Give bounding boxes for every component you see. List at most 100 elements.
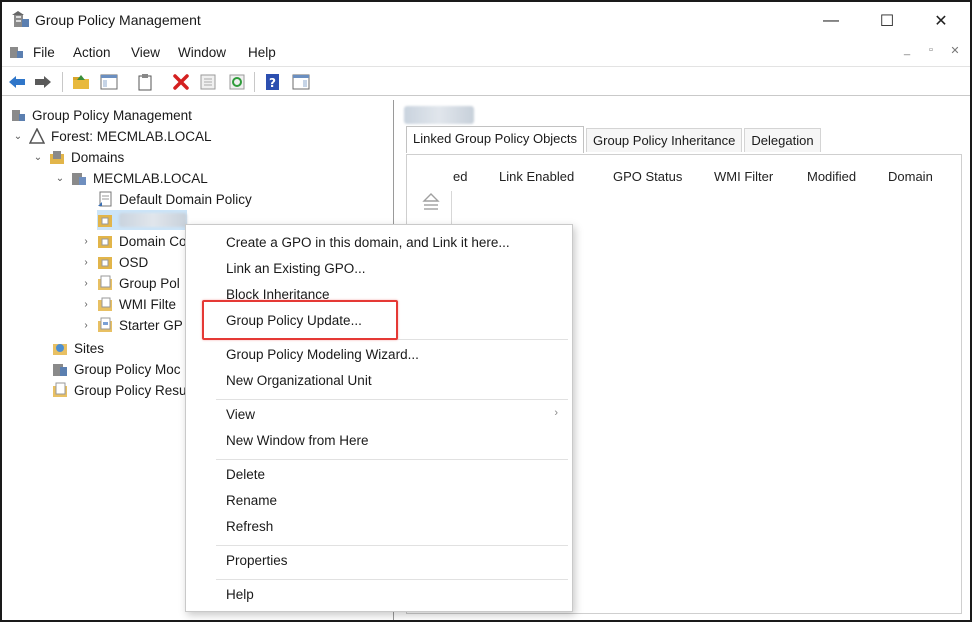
redacted-ou-name: [119, 213, 187, 227]
tab-delegation[interactable]: Delegation: [744, 128, 821, 152]
tree-node-domain-controllers[interactable]: › Domain Co: [80, 231, 186, 251]
tree-node-gp-results[interactable]: Group Policy Resu: [52, 380, 187, 400]
mmc-console-icon[interactable]: [8, 44, 24, 60]
menu-action[interactable]: Action: [73, 45, 111, 60]
menu-item-gp-modeling-wizard[interactable]: Group Policy Modeling Wizard...: [226, 347, 419, 362]
tree-node-label: Sites: [74, 340, 105, 356]
tree-node-gpm-root[interactable]: Group Policy Management: [10, 105, 192, 125]
tree-node-default-domain-policy[interactable]: Default Domain Policy: [97, 189, 252, 209]
context-menu: Create a GPO in this domain, and Link it…: [185, 224, 573, 612]
menu-item-create-gpo-link[interactable]: Create a GPO in this domain, and Link it…: [226, 235, 510, 250]
up-folder-icon[interactable]: [72, 73, 90, 91]
menu-item-refresh[interactable]: Refresh: [226, 519, 273, 534]
tree-node-label: Group Policy Resu: [74, 382, 187, 398]
delete-icon[interactable]: [172, 73, 190, 91]
mdi-restore-button[interactable]: ▫: [924, 44, 938, 57]
gpm-app-icon: [12, 11, 30, 29]
minimize-icon: —: [823, 12, 839, 29]
back-arrow-icon[interactable]: [8, 73, 26, 91]
window-title: Group Policy Management: [35, 12, 201, 28]
menu-item-view[interactable]: View: [226, 407, 255, 422]
refresh-icon[interactable]: [228, 73, 246, 91]
chevron-right-icon[interactable]: ›: [80, 278, 92, 289]
chevron-right-icon[interactable]: ›: [80, 257, 92, 268]
menu-item-new-window[interactable]: New Window from Here: [226, 433, 369, 448]
mdi-close-button[interactable]: ✕: [948, 44, 962, 57]
menu-item-rename[interactable]: Rename: [226, 493, 277, 508]
properties-icon[interactable]: [199, 73, 217, 91]
chevron-down-icon[interactable]: ⌄: [54, 173, 66, 184]
tree-node-selected-ou[interactable]: [97, 210, 187, 230]
menu-item-block-inheritance[interactable]: Block Inheritance: [226, 287, 330, 302]
toolbar-separator: [62, 72, 63, 92]
ou-icon: [97, 233, 113, 249]
ou-icon: [97, 212, 113, 228]
tree-node-forest[interactable]: ⌄ Forest: MECMLAB.LOCAL: [12, 126, 212, 146]
tree-node-sites[interactable]: Sites: [52, 338, 104, 358]
column-header-gpo-status[interactable]: GPO Status: [613, 169, 682, 184]
tree-node-label: WMI Filte: [119, 296, 176, 312]
gpm-icon: [10, 107, 26, 123]
toolbar: ?: [2, 66, 970, 96]
menu-item-link-existing-gpo[interactable]: Link an Existing GPO...: [226, 261, 366, 276]
menu-item-new-ou[interactable]: New Organizational Unit: [226, 373, 372, 388]
tab-gp-inheritance[interactable]: Group Policy Inheritance: [586, 128, 743, 152]
column-header-modified[interactable]: Modified: [807, 169, 856, 184]
chevron-down-icon[interactable]: ⌄: [32, 152, 44, 163]
tree-node-domain[interactable]: ⌄ MECMLAB.LOCAL: [54, 168, 208, 188]
show-action-pane-icon[interactable]: [292, 73, 310, 91]
chevron-right-icon[interactable]: ›: [80, 236, 92, 247]
column-header-wmi-filter[interactable]: WMI Filter: [714, 169, 773, 184]
menu-item-help[interactable]: Help: [226, 587, 254, 602]
gpo-link-icon: [97, 191, 113, 207]
menu-item-delete[interactable]: Delete: [226, 467, 265, 482]
tree-node-label: Domains: [71, 149, 125, 165]
results-icon: [52, 382, 68, 398]
tree-node-label: Starter GP: [119, 317, 183, 333]
tree-node-osd[interactable]: › OSD: [80, 252, 148, 272]
gpo-folder-icon: [97, 275, 113, 291]
toolbar-separator: [254, 72, 255, 92]
maximize-button[interactable]: ☐: [864, 8, 910, 34]
clipboard-icon[interactable]: [136, 73, 154, 91]
menu-item-properties[interactable]: Properties: [226, 553, 288, 568]
column-header-link-enabled[interactable]: Link Enabled: [499, 169, 574, 184]
help-icon[interactable]: ?: [264, 73, 282, 91]
column-header-domain[interactable]: Domain: [888, 169, 933, 184]
tree-node-domains[interactable]: ⌄ Domains: [32, 147, 124, 167]
tree-node-label: Forest: MECMLAB.LOCAL: [51, 128, 212, 144]
chevron-right-icon[interactable]: ›: [80, 299, 92, 310]
mdi-minimize-button[interactable]: _: [900, 44, 914, 57]
forward-arrow-icon[interactable]: [34, 73, 52, 91]
menu-view[interactable]: View: [131, 45, 160, 60]
starter-gpo-folder-icon: [97, 317, 113, 333]
tree-node-label: Default Domain Policy: [119, 191, 252, 207]
menu-separator: [216, 579, 568, 580]
menu-file[interactable]: File: [33, 45, 55, 60]
column-header-enforced[interactable]: ed: [453, 169, 467, 184]
domains-icon: [49, 149, 65, 165]
tree-node-starter-gpos[interactable]: › Starter GP: [80, 315, 183, 335]
tab-linked-gpos[interactable]: Linked Group Policy Objects: [406, 126, 585, 153]
close-button[interactable]: ✕: [918, 8, 964, 34]
show-hide-console-tree-icon[interactable]: [100, 73, 118, 91]
forest-icon: [29, 128, 45, 144]
domain-icon: [71, 170, 87, 186]
close-icon: ✕: [934, 13, 948, 30]
menu-item-group-policy-update[interactable]: Group Policy Update...: [226, 313, 362, 328]
chevron-right-icon[interactable]: ›: [80, 320, 92, 331]
minimize-button[interactable]: —: [808, 8, 854, 34]
menu-separator: [216, 459, 568, 460]
ou-icon: [97, 254, 113, 270]
tree-node-group-policy-objects[interactable]: › Group Pol: [80, 273, 180, 293]
submenu-arrow-icon: ›: [554, 407, 558, 419]
menu-window[interactable]: Window: [178, 45, 226, 60]
chevron-down-icon[interactable]: ⌄: [12, 131, 24, 142]
menu-separator: [216, 339, 568, 340]
wmi-folder-icon: [97, 296, 113, 312]
menu-separator: [216, 399, 568, 400]
menu-help[interactable]: Help: [248, 45, 276, 60]
move-link-up-icon[interactable]: [421, 191, 441, 215]
tree-node-wmi-filters[interactable]: › WMI Filte: [80, 294, 176, 314]
tree-node-gp-modeling[interactable]: Group Policy Moc: [52, 359, 181, 379]
